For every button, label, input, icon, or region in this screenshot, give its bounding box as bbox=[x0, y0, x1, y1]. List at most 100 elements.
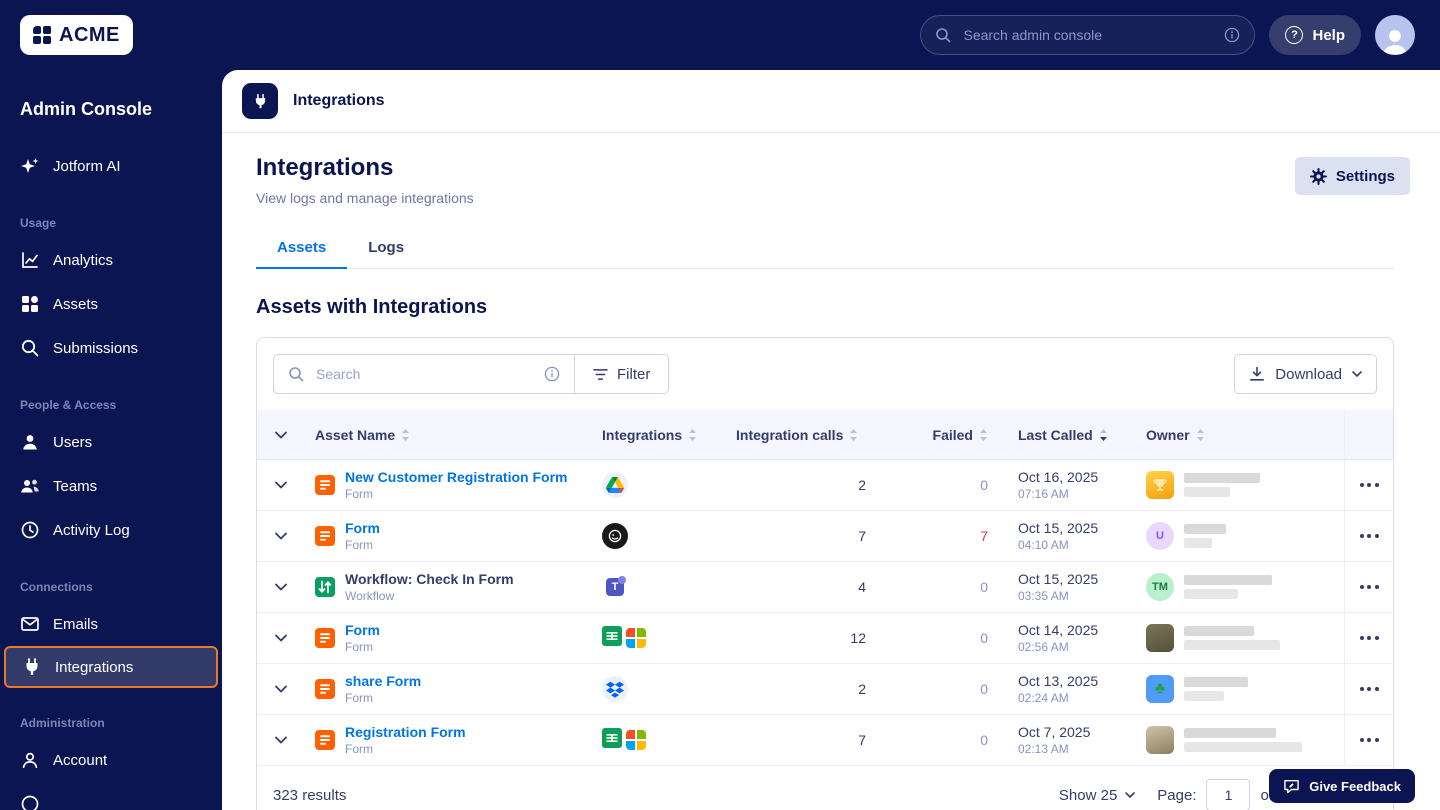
download-icon bbox=[1249, 366, 1265, 382]
row-actions-button[interactable] bbox=[1354, 628, 1385, 648]
table-row: FormForm 7 7 Oct 15, 202504:10 AM U bbox=[257, 511, 1393, 562]
page-subtitle: View logs and manage integrations bbox=[256, 190, 474, 206]
sidebar-item-emails[interactable]: Emails bbox=[0, 602, 222, 646]
owner-name-redacted bbox=[1184, 677, 1248, 701]
tab-logs[interactable]: Logs bbox=[347, 228, 425, 269]
sidebar-item-activity-log[interactable]: Activity Log bbox=[0, 508, 222, 552]
sidebar-item-users[interactable]: Users bbox=[0, 420, 222, 464]
sidebar-item-submissions[interactable]: Submissions bbox=[0, 326, 222, 370]
sidebar-item-partial[interactable] bbox=[0, 782, 222, 810]
settings-button[interactable]: Settings bbox=[1295, 157, 1410, 195]
main-panel: Integrations Integrations View logs and … bbox=[222, 70, 1440, 810]
sort-icon bbox=[688, 428, 697, 442]
acme-logo[interactable]: ACME bbox=[20, 15, 133, 55]
last-called-date: Oct 16, 2025 bbox=[1018, 469, 1146, 485]
failed-value: 0 bbox=[882, 681, 1002, 697]
admin-search[interactable] bbox=[920, 15, 1255, 55]
admin-search-input[interactable] bbox=[961, 26, 1214, 44]
row-expand-button[interactable] bbox=[270, 629, 292, 647]
account-icon bbox=[20, 750, 40, 770]
row-actions-button[interactable] bbox=[1354, 526, 1385, 546]
chevron-down-icon bbox=[275, 685, 287, 693]
failed-value: 0 bbox=[882, 579, 1002, 595]
row-expand-button[interactable] bbox=[270, 476, 292, 494]
row-expand-button[interactable] bbox=[270, 680, 292, 698]
row-expand-button[interactable] bbox=[270, 578, 292, 596]
last-called-time: 07:16 AM bbox=[1018, 487, 1146, 501]
tab-assets[interactable]: Assets bbox=[256, 228, 347, 269]
last-called-time: 02:56 AM bbox=[1018, 640, 1146, 654]
asset-name-link[interactable]: Registration Form bbox=[345, 724, 466, 740]
sort-icon bbox=[979, 428, 988, 442]
col-asset-name[interactable]: Asset Name bbox=[305, 427, 602, 443]
acme-logo-text: ACME bbox=[59, 24, 120, 47]
user-avatar[interactable] bbox=[1375, 15, 1415, 55]
google-sheets-icon bbox=[602, 626, 622, 651]
acme-logo-icon bbox=[33, 26, 51, 44]
dropbox-icon bbox=[602, 676, 628, 702]
row-actions-button[interactable] bbox=[1354, 679, 1385, 699]
col-failed[interactable]: Failed bbox=[882, 427, 1002, 443]
page-number-input[interactable] bbox=[1206, 779, 1250, 810]
row-actions-button[interactable] bbox=[1354, 730, 1385, 750]
page-size-select[interactable]: Show 25 bbox=[1059, 787, 1135, 804]
magnifier-icon bbox=[20, 338, 40, 358]
download-button[interactable]: Download bbox=[1234, 354, 1377, 394]
col-integrations[interactable]: Integrations bbox=[602, 427, 736, 443]
sidebar-item-teams[interactable]: Teams bbox=[0, 464, 222, 508]
analytics-icon bbox=[20, 250, 40, 270]
section-label-usage: Usage bbox=[0, 216, 222, 230]
sidebar-item-label: Jotform AI bbox=[53, 158, 121, 175]
help-button[interactable]: ? Help bbox=[1269, 15, 1361, 55]
grid-icon bbox=[20, 294, 40, 314]
topbar: ACME ? Help bbox=[0, 0, 1440, 70]
envelope-icon bbox=[20, 614, 40, 634]
give-feedback-button[interactable]: Give Feedback bbox=[1269, 769, 1415, 803]
feedback-icon bbox=[1283, 779, 1300, 794]
search-icon bbox=[935, 27, 951, 43]
table-search-input[interactable] bbox=[314, 365, 534, 383]
asset-name-link[interactable]: Form bbox=[345, 622, 380, 638]
asset-type: Form bbox=[345, 488, 567, 502]
asset-name-link[interactable]: Workflow: Check In Form bbox=[345, 571, 514, 587]
google-sheets-icon bbox=[602, 728, 622, 753]
last-called-date: Oct 15, 2025 bbox=[1018, 571, 1146, 587]
calls-value: 7 bbox=[736, 732, 882, 748]
app-grid-icon bbox=[626, 730, 646, 750]
sidebar-item-assets[interactable]: Assets bbox=[0, 282, 222, 326]
plug-icon bbox=[252, 93, 269, 110]
filter-label: Filter bbox=[617, 366, 650, 383]
calls-value: 2 bbox=[736, 681, 882, 697]
table-search[interactable] bbox=[274, 355, 574, 393]
asset-name-link[interactable]: share Form bbox=[345, 673, 421, 689]
col-owner[interactable]: Owner bbox=[1146, 427, 1344, 443]
row-expand-button[interactable] bbox=[270, 527, 292, 545]
section-label-people: People & Access bbox=[0, 398, 222, 412]
row-expand-button[interactable] bbox=[270, 731, 292, 749]
sidebar-item-label: Emails bbox=[53, 616, 98, 633]
col-integration-calls[interactable]: Integration calls bbox=[736, 427, 882, 443]
expand-all-toggle[interactable] bbox=[257, 431, 305, 439]
sidebar-item-account[interactable]: Account bbox=[0, 738, 222, 782]
sidebar-item-analytics[interactable]: Analytics bbox=[0, 238, 222, 282]
col-last-called[interactable]: Last Called bbox=[1002, 427, 1146, 443]
asset-name-link[interactable]: New Customer Registration Form bbox=[345, 469, 567, 485]
sidebar-item-jotform-ai[interactable]: Jotform AI bbox=[0, 144, 222, 188]
sidebar-item-label: Submissions bbox=[53, 340, 138, 357]
chevron-down-icon bbox=[275, 634, 287, 642]
last-called-time: 03:35 AM bbox=[1018, 589, 1146, 603]
settings-label: Settings bbox=[1336, 168, 1395, 185]
sidebar-item-integrations[interactable]: Integrations bbox=[4, 646, 218, 688]
owner-avatar: TM bbox=[1146, 573, 1174, 601]
sidebar: Admin Console Jotform AI Usage Analytics… bbox=[0, 70, 222, 810]
row-actions-button[interactable] bbox=[1354, 577, 1385, 597]
failed-value: 0 bbox=[882, 732, 1002, 748]
asset-name-link[interactable]: Form bbox=[345, 520, 380, 536]
filter-button[interactable]: Filter bbox=[575, 355, 668, 393]
page-label: Page: bbox=[1157, 787, 1196, 804]
workflow-icon bbox=[315, 577, 335, 597]
last-called-date: Oct 7, 2025 bbox=[1018, 724, 1146, 740]
row-actions-button[interactable] bbox=[1354, 475, 1385, 495]
calls-value: 12 bbox=[736, 630, 882, 646]
section-label-connections: Connections bbox=[0, 580, 222, 594]
